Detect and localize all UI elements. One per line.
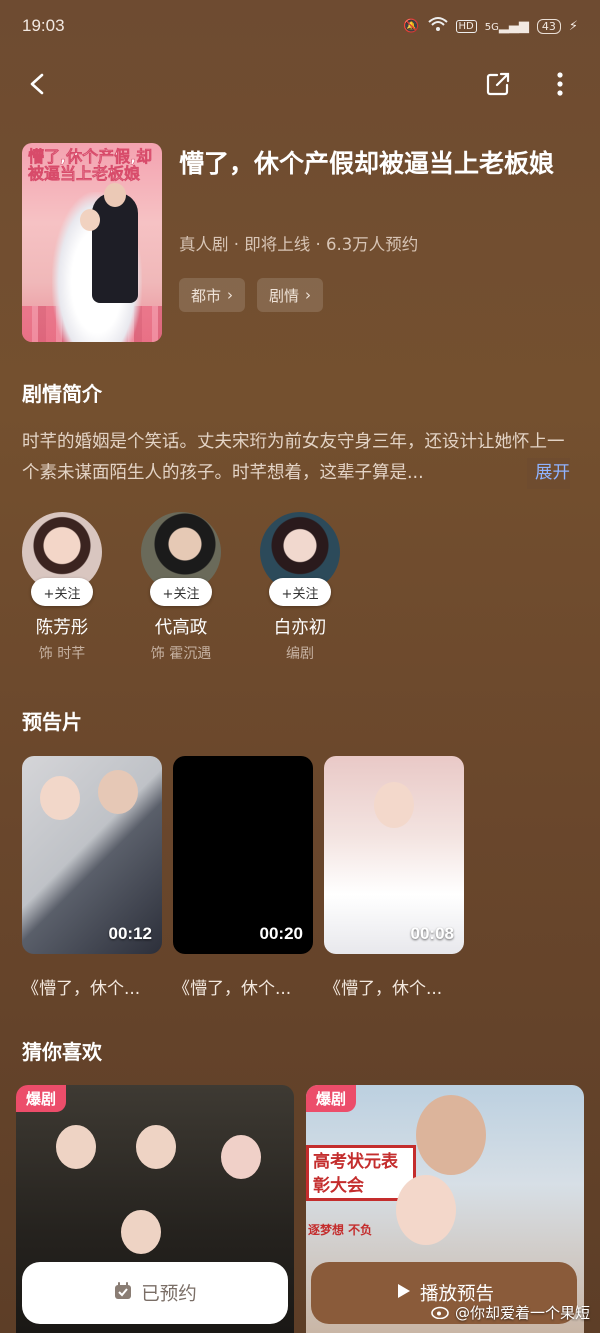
chevron-right-icon: ›: [227, 286, 234, 304]
play-icon: [394, 1282, 412, 1305]
status-bar: 19:03 🔕 HD 5G▂▄▆ 43 ⚡: [0, 0, 600, 52]
cast-list: +关注 陈芳彤 饰 时芊 +关注 代高政 饰 霍沉遇 +关注 白亦初 编剧: [0, 512, 600, 672]
follow-button[interactable]: +关注: [150, 578, 212, 606]
mute-icon: 🔕: [403, 18, 420, 34]
chevron-right-icon: ›: [305, 286, 312, 304]
cast-role: 饰 霍沉遇: [150, 646, 212, 662]
hot-badge: 爆剧: [306, 1085, 357, 1112]
trailer-caption: 《懵了，休个...: [324, 979, 443, 999]
more-vertical-icon[interactable]: [540, 64, 580, 104]
tag-list: 都市 › 剧情 ›: [179, 278, 324, 312]
cast-member[interactable]: +关注 代高政 饰 霍沉遇: [121, 512, 241, 663]
weibo-icon: [431, 1303, 451, 1323]
trailer-item[interactable]: 00:08 《懵了，休个...: [324, 756, 464, 999]
charging-icon: ⚡: [568, 18, 578, 34]
card-face: [121, 1210, 161, 1254]
trailer-duration: 00:12: [108, 924, 152, 943]
booked-button[interactable]: 已预约: [22, 1262, 288, 1324]
trailer-thumbnail[interactable]: 00:12: [22, 756, 162, 954]
signal-icon: 5G▂▄▆: [484, 18, 529, 34]
trailer-item[interactable]: 00:20 《懵了，休个...: [173, 756, 313, 999]
trailer-caption: 《懵了，休个...: [22, 979, 141, 999]
status-time: 19:03: [22, 16, 65, 35]
cast-name: 陈芳彤: [35, 618, 89, 638]
top-bar: [0, 60, 600, 110]
watermark: @你却爱着一个果短: [431, 1302, 590, 1323]
synopsis-text: 时芊的婚姻是个笑话。丈夫宋珩为前女友守身三年，还设计让她怀上一个素未谋面陌生人的…: [22, 427, 578, 489]
card-face: [136, 1125, 176, 1169]
synopsis-heading: 剧情简介: [22, 382, 102, 406]
drama-title: 懵了，休个产假却被逼当上老板娘: [179, 149, 555, 178]
trailer-item[interactable]: 00:12 《懵了，休个...: [22, 756, 162, 999]
card-face: [396, 1175, 456, 1245]
card-face: [221, 1135, 261, 1179]
thumb-face: [98, 770, 138, 814]
follow-button[interactable]: +关注: [269, 578, 331, 606]
trailers-heading: 预告片: [22, 710, 82, 734]
cast-role: 饰 时芊: [38, 646, 86, 662]
tag-urban[interactable]: 都市 ›: [179, 278, 246, 312]
share-icon[interactable]: [478, 64, 518, 104]
thumb-face: [40, 776, 80, 820]
status-icons: 🔕 HD 5G▂▄▆ 43 ⚡: [403, 16, 578, 36]
calendar-check-icon: [113, 1281, 133, 1306]
thumb-face: [374, 782, 414, 828]
cast-member[interactable]: +关注 陈芳彤 饰 时芊: [2, 512, 122, 663]
cast-member[interactable]: +关注 白亦初 编剧: [240, 512, 360, 663]
card-face: [416, 1095, 486, 1175]
cast-role: 编剧: [286, 646, 314, 662]
trailer-duration: 00:08: [410, 924, 454, 943]
drama-header: 懵了,休个产假,却被逼当上老板娘 懵了，休个产假却被逼当上老板娘 真人剧 · 即…: [22, 143, 578, 343]
back-arrow-icon[interactable]: [18, 64, 58, 104]
cast-name: 代高政: [154, 618, 208, 638]
battery-icon: 43: [536, 18, 561, 34]
recommend-heading: 猜你喜欢: [22, 1040, 102, 1064]
poster-title: 懵了,休个产假,却被逼当上老板娘: [28, 147, 153, 183]
drama-meta: 真人剧 · 即将上线 · 6.3万人预约: [179, 235, 419, 254]
expand-link[interactable]: 展开: [527, 458, 570, 489]
tag-drama[interactable]: 剧情 ›: [257, 278, 324, 312]
card-subtext: 逐梦想 不负: [308, 1223, 373, 1237]
trailer-caption: 《懵了，休个...: [173, 979, 292, 999]
poster-bride-head: [80, 209, 100, 231]
follow-button[interactable]: +关注: [31, 578, 93, 606]
poster-groom: [92, 193, 138, 303]
trailer-duration: 00:20: [259, 924, 303, 943]
trailer-thumbnail[interactable]: 00:08: [324, 756, 464, 954]
card-face: [56, 1125, 96, 1169]
hd-icon: HD: [455, 19, 477, 33]
hot-badge: 爆剧: [16, 1085, 67, 1112]
wifi-icon: [427, 16, 448, 36]
trailer-thumbnail[interactable]: 00:20: [173, 756, 313, 954]
trailer-list: 00:12 《懵了，休个... 00:20 《懵了，休个... 00:08 《懵…: [22, 756, 582, 1001]
drama-poster[interactable]: 懵了,休个产假,却被逼当上老板娘: [22, 143, 162, 342]
cast-name: 白亦初: [273, 618, 327, 638]
poster-groom-head: [104, 183, 126, 207]
